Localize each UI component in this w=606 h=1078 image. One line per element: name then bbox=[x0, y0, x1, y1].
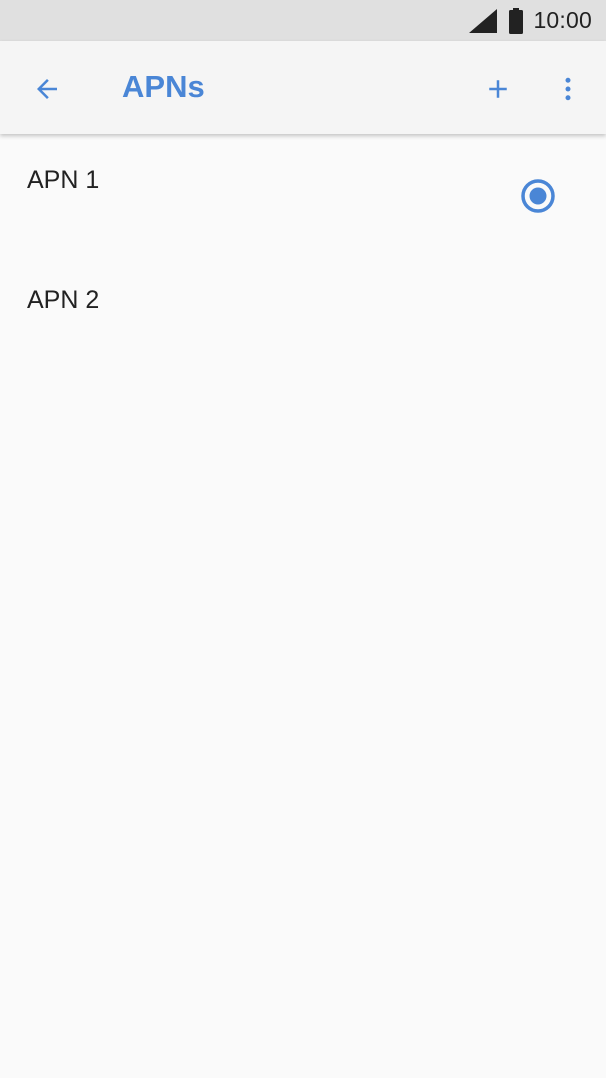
app-bar: APNs bbox=[0, 41, 606, 134]
apn-list-item[interactable]: APN 2 bbox=[0, 254, 606, 374]
radio-selected-icon[interactable] bbox=[520, 178, 556, 214]
arrow-back-icon bbox=[37, 79, 57, 99]
status-time: 10:00 bbox=[533, 7, 592, 33]
battery-icon bbox=[509, 7, 524, 34]
signal-icon bbox=[469, 8, 498, 33]
more-vert-icon bbox=[565, 77, 571, 101]
add-apn-button[interactable] bbox=[472, 63, 524, 115]
back-button[interactable] bbox=[21, 63, 73, 115]
apn-list-item[interactable]: APN 1 bbox=[0, 134, 606, 254]
add-icon bbox=[489, 80, 507, 98]
page-title: APNs bbox=[122, 69, 205, 104]
status-icons: 10:00 bbox=[469, 0, 592, 41]
apn-list: APN 1 APN 2 bbox=[0, 134, 606, 374]
apn-name: APN 2 bbox=[27, 286, 100, 314]
apn-name: APN 1 bbox=[27, 166, 100, 194]
status-bar: 10:00 bbox=[0, 0, 606, 41]
more-options-button[interactable] bbox=[546, 63, 590, 115]
